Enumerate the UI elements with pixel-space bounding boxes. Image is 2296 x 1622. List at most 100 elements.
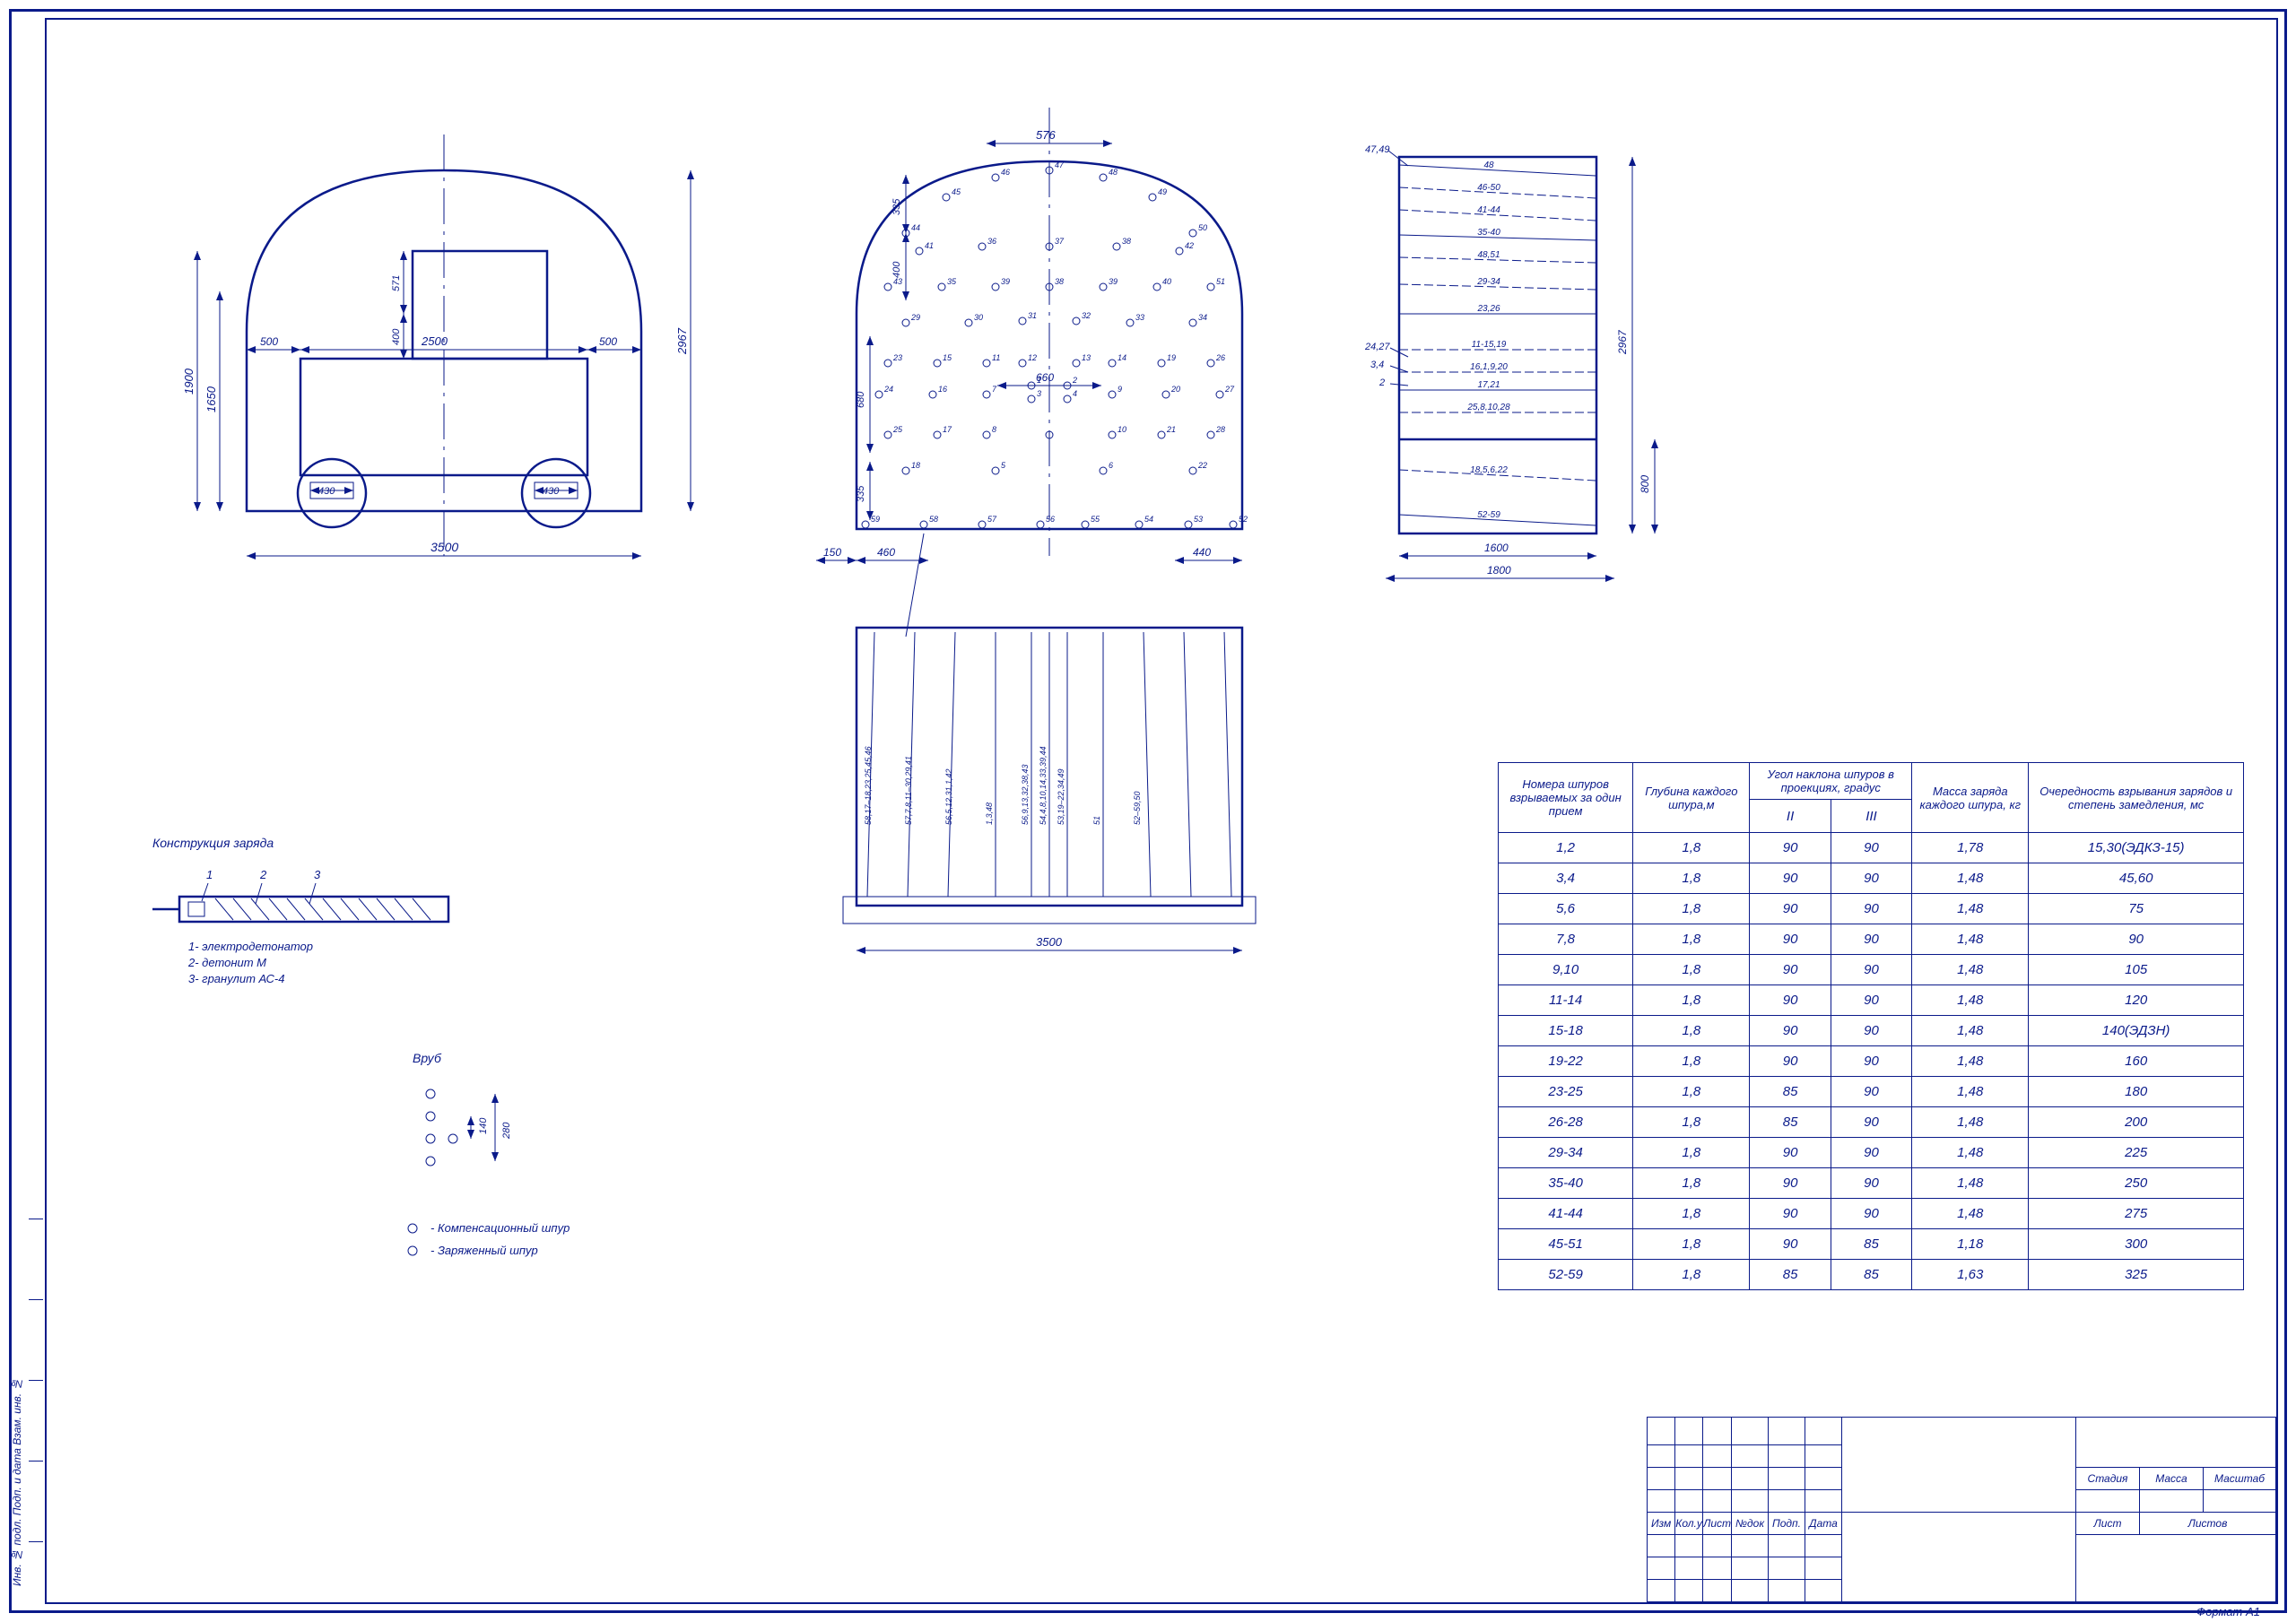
svg-text:26: 26 [1215, 353, 1225, 362]
svg-text:56,9,13,32,38,43: 56,9,13,32,38,43 [1021, 764, 1030, 825]
svg-text:10: 10 [1118, 425, 1126, 434]
svg-text:41-44: 41-44 [1477, 205, 1500, 215]
svg-text:29-34: 29-34 [1476, 277, 1500, 287]
svg-text:140: 140 [478, 1117, 489, 1134]
svg-text:3500: 3500 [1036, 935, 1063, 949]
svg-text:27: 27 [1224, 385, 1235, 394]
svg-text:48: 48 [1109, 168, 1118, 177]
svg-text:52-59: 52-59 [1477, 510, 1500, 520]
svg-text:44: 44 [911, 223, 920, 232]
svg-text:34: 34 [1198, 313, 1207, 322]
svg-text:2967: 2967 [1616, 329, 1629, 355]
svg-text:54,4,8,10,14,33,39,44: 54,4,8,10,14,33,39,44 [1039, 746, 1048, 825]
svg-text:2: 2 [1072, 376, 1077, 385]
svg-text:55: 55 [1091, 515, 1100, 524]
svg-text:460: 460 [877, 546, 895, 559]
dim-500a: 500 [260, 335, 278, 348]
svg-text:31: 31 [1028, 311, 1037, 320]
svg-text:11: 11 [992, 353, 1000, 362]
sidebar-stamp: Инв. № подл. Подп. и дата Взам. инв. № [11, 1227, 23, 1586]
svg-text:12: 12 [1028, 353, 1037, 362]
dim-1900: 1900 [182, 368, 196, 395]
blast-parameters-table: Номера шпуров взрываемых за один прием Г… [1498, 762, 2244, 1290]
svg-text:24,27: 24,27 [1364, 342, 1390, 352]
format-label: Формат А1 [2196, 1605, 2260, 1618]
svg-text:56,5,12,31,1,42: 56,5,12,31,1,42 [944, 768, 953, 825]
svg-text:Конструкция заряда: Конструкция заряда [152, 836, 274, 850]
svg-text:19: 19 [1167, 353, 1176, 362]
svg-text:52: 52 [1239, 515, 1248, 524]
svg-text:38: 38 [1055, 277, 1064, 286]
svg-text:16,1,9,20: 16,1,9,20 [1470, 362, 1508, 372]
svg-text:Вруб: Вруб [413, 1051, 442, 1065]
svg-text:36: 36 [987, 237, 996, 246]
svg-text:- Компенсационный шпур: - Компенсационный шпур [430, 1221, 570, 1235]
svg-text:47: 47 [1055, 160, 1065, 169]
svg-text:39: 39 [1001, 277, 1010, 286]
svg-text:13: 13 [1082, 353, 1091, 362]
dim-2500: 2500 [421, 334, 448, 348]
svg-text:54: 54 [1144, 515, 1153, 524]
svg-text:3- гранулит АС-4: 3- гранулит АС-4 [188, 972, 284, 985]
svg-text:39: 39 [1109, 277, 1118, 286]
svg-text:17,21: 17,21 [1477, 380, 1500, 390]
svg-text:20: 20 [1170, 385, 1180, 394]
svg-text:21: 21 [1166, 425, 1176, 434]
svg-text:23: 23 [892, 353, 902, 362]
svg-text:51: 51 [1216, 277, 1225, 286]
svg-text:29: 29 [910, 313, 920, 322]
dim-430a: 430 [318, 486, 335, 497]
svg-text:53,19–22,34,49: 53,19–22,34,49 [1057, 768, 1065, 825]
svg-text:4: 4 [1073, 389, 1077, 398]
svg-text:46: 46 [1001, 168, 1010, 177]
dim-571: 571 [391, 275, 402, 291]
svg-text:16: 16 [938, 385, 947, 394]
svg-text:3,4: 3,4 [1370, 360, 1384, 370]
svg-text:49: 49 [1158, 187, 1167, 196]
svg-text:18,5,6,22: 18,5,6,22 [1470, 465, 1508, 475]
svg-text:1800: 1800 [1487, 564, 1511, 577]
svg-text:25: 25 [892, 425, 903, 434]
svg-text:2- детонит М: 2- детонит М [187, 956, 266, 969]
svg-text:3: 3 [1037, 389, 1041, 398]
dim-3500: 3500 [430, 540, 458, 554]
svg-text:41: 41 [925, 241, 934, 250]
svg-text:37: 37 [1055, 237, 1065, 246]
svg-text:2: 2 [1378, 377, 1385, 388]
svg-text:1: 1 [206, 868, 213, 881]
svg-text:3: 3 [314, 868, 321, 881]
svg-text:6: 6 [1109, 461, 1113, 470]
svg-text:8: 8 [992, 425, 996, 434]
dim-500b: 500 [599, 335, 617, 348]
dim-400: 400 [391, 328, 402, 345]
svg-text:11-15,19: 11-15,19 [1472, 340, 1507, 350]
svg-text:680: 680 [856, 391, 866, 408]
svg-text:52–59,50: 52–59,50 [1133, 791, 1142, 825]
svg-text:57: 57 [987, 515, 997, 524]
svg-text:18: 18 [911, 461, 920, 470]
svg-text:38: 38 [1122, 237, 1131, 246]
svg-text:58: 58 [929, 515, 938, 524]
right-section-view: 4846-5041-4435-4048,5129-3423,2611-15,19… [1354, 117, 1677, 601]
svg-text:30: 30 [974, 313, 983, 322]
svg-text:24: 24 [883, 385, 893, 394]
svg-text:2: 2 [259, 868, 267, 881]
svg-text:58,17–18,23,25,45,46: 58,17–18,23,25,45,46 [864, 746, 873, 825]
svg-text:440: 440 [1193, 546, 1211, 559]
svg-text:22: 22 [1197, 461, 1207, 470]
svg-text:59: 59 [871, 515, 880, 524]
svg-text:25,8,10,28: 25,8,10,28 [1466, 403, 1510, 412]
svg-text:7: 7 [992, 385, 997, 394]
svg-text:50: 50 [1198, 223, 1207, 232]
svg-text:800: 800 [1639, 475, 1651, 493]
dim-430b: 430 [543, 486, 560, 497]
left-vehicle-view: 3500 2500 500 500 1900 1650 2967 571 400… [144, 134, 744, 601]
svg-text:35: 35 [947, 277, 957, 286]
svg-text:46-50: 46-50 [1477, 183, 1500, 193]
svg-text:53: 53 [1194, 515, 1203, 524]
svg-text:40: 40 [1162, 277, 1171, 286]
svg-text:57,7,8,11–30,29,41: 57,7,8,11–30,29,41 [904, 756, 913, 825]
svg-text:1- электродетонатор: 1- электродетонатор [188, 940, 313, 953]
svg-text:23,26: 23,26 [1476, 304, 1500, 314]
dim-1650: 1650 [204, 386, 218, 412]
